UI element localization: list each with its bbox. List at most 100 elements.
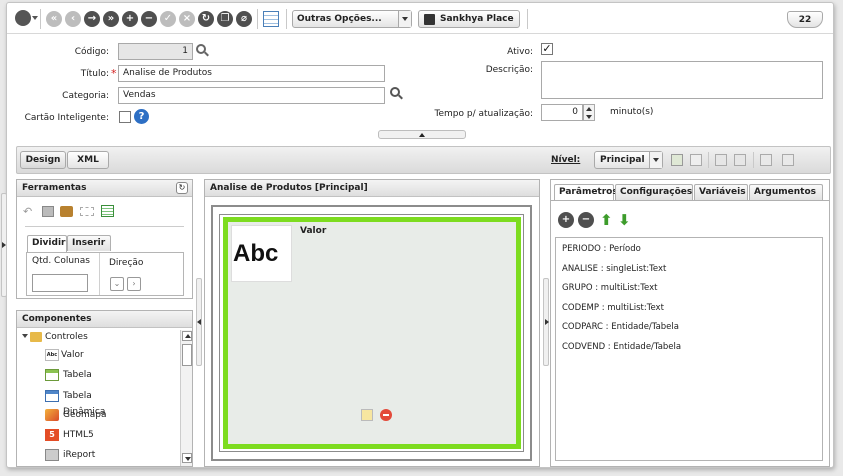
undo-icon[interactable]: ↶ [23, 205, 35, 218]
add-level-icon[interactable] [671, 154, 683, 166]
controles-tree-node[interactable]: Controles [45, 332, 88, 342]
titulo-field[interactable]: Analise de Produtos [118, 65, 385, 82]
tab-variaveis-label: Variáveis [699, 187, 746, 197]
list-item[interactable]: ANALISE : singleList:Text [562, 264, 666, 274]
list-item-label: ANALISE : singleList:Text [562, 264, 667, 274]
hierarchy-icon[interactable] [760, 154, 772, 166]
abc-icon: Abc [231, 225, 292, 282]
collapse-form-toggle[interactable] [378, 130, 466, 139]
ativo-checkbox[interactable]: ✓ [541, 43, 553, 55]
vertical-scrollbar[interactable] [180, 330, 192, 466]
delete-icon[interactable] [380, 409, 392, 421]
expand-tree-icon[interactable] [22, 332, 30, 340]
shopping-bag-icon [424, 14, 435, 25]
tab-argumentos[interactable]: Argumentos [749, 184, 823, 200]
list-item-label: CODEMP : multiList:Text [562, 303, 664, 313]
remove-parameter-icon[interactable]: − [578, 212, 594, 228]
params-panel: Parâmetros Configurações Variáveis Argum… [550, 179, 830, 467]
refresh-icon[interactable]: ↻ [176, 182, 188, 194]
descricao-textarea[interactable] [541, 61, 823, 99]
bar-divider [708, 152, 709, 168]
sankhya-place-button[interactable]: Sankhya Place [418, 10, 520, 28]
layout-icon[interactable] [80, 207, 94, 216]
tab-inserir[interactable]: Inserir [67, 235, 111, 251]
tab-variaveis[interactable]: Variáveis [694, 184, 748, 200]
list-item-label: PERIODO : Período [562, 244, 641, 254]
insert-component-icon[interactable] [42, 206, 54, 217]
paint-icon[interactable] [60, 206, 73, 217]
grid-menu-dropdown-icon[interactable] [32, 16, 38, 20]
qtd-colunas-input[interactable] [32, 274, 88, 292]
next-record-icon[interactable]: → [84, 11, 100, 27]
paste-level-icon[interactable] [734, 154, 746, 166]
tempo-unit-label: minuto(s) [610, 107, 654, 117]
first-record-icon[interactable]: « [46, 11, 62, 27]
copy-icon[interactable]: ❐ [217, 11, 233, 27]
spreadsheet-icon[interactable] [263, 11, 279, 27]
remove-icon[interactable]: − [141, 11, 157, 27]
ativo-label: Ativo: [507, 47, 533, 57]
list-item[interactable]: GRUPO : multiList:Text [562, 283, 657, 293]
left-splitter[interactable] [196, 278, 202, 366]
direcao-label: Direção [109, 258, 144, 268]
cancel-icon[interactable]: × [179, 11, 195, 27]
cartao-inteligente-checkbox[interactable] [119, 111, 131, 123]
tab-parametros-label: Parâmetros [559, 187, 618, 197]
tab-design[interactable]: Design [20, 151, 66, 169]
left-panel-toggle[interactable] [1, 193, 7, 297]
map-pin-icon [45, 409, 59, 421]
toolbar-bottom-border [7, 33, 833, 34]
nivel-label: Nível: [551, 155, 581, 165]
copy-level-icon[interactable] [715, 154, 727, 166]
tab-inserir-label: Inserir [72, 238, 106, 248]
right-splitter[interactable] [543, 278, 549, 366]
nivel-select[interactable]: Principal [594, 151, 663, 169]
arrow-up-icon[interactable]: ⬆ [600, 212, 613, 228]
componentes-panel: Componentes Controles Abc Valor Tabela T… [16, 310, 193, 467]
grid-view-icon[interactable] [782, 154, 794, 166]
quantity-stepper[interactable] [583, 104, 595, 121]
component-cell[interactable]: Abc Valor [223, 217, 521, 449]
last-record-icon[interactable]: » [103, 11, 119, 27]
tab-design-label: Design [25, 155, 61, 165]
list-item-label: Valor [61, 350, 84, 360]
tab-parametros[interactable]: Parâmetros [554, 184, 618, 201]
remove-level-icon[interactable] [690, 154, 702, 166]
tempo-atualizacao-input[interactable]: 0 [541, 104, 583, 121]
list-item[interactable]: CODVEND : Entidade/Tabela [562, 342, 681, 352]
toolbar-divider [286, 9, 287, 29]
tab-configuracoes[interactable]: Configurações [615, 184, 693, 200]
arrow-down-icon[interactable]: ⬇ [618, 212, 631, 228]
edit-icon[interactable] [361, 409, 373, 421]
tempo-atualizacao-value: 0 [572, 107, 578, 117]
previous-record-icon[interactable]: ‹ [65, 11, 81, 27]
list-item[interactable]: CODEMP : multiList:Text [562, 303, 664, 313]
scroll-up-button[interactable] [182, 331, 192, 341]
ferramentas-panel: Ferramentas ↻ ↶ Dividir Inserir Qtd. Col… [16, 179, 193, 299]
categoria-field[interactable]: Vendas [118, 87, 385, 104]
other-options-button[interactable]: Outras Opções... [292, 10, 412, 28]
tab-dividir[interactable]: Dividir [27, 235, 67, 252]
list-item[interactable]: PERIODO : Período [562, 244, 641, 254]
grid-menu-icon[interactable] [15, 10, 31, 26]
attach-icon[interactable]: ⌀ [236, 11, 252, 27]
direction-horizontal-button[interactable]: › [127, 277, 141, 291]
add-icon[interactable]: + [122, 11, 138, 27]
codigo-value: 1 [182, 46, 188, 56]
record-counter-value: 22 [798, 15, 812, 25]
scroll-down-button[interactable] [182, 453, 192, 463]
table-layout-icon[interactable] [101, 205, 114, 217]
confirm-icon[interactable]: ✓ [160, 11, 176, 27]
list-item[interactable]: CODPARC : Entidade/Tabela [562, 322, 679, 332]
refresh-icon[interactable]: ↻ [198, 11, 214, 27]
codigo-field[interactable]: 1 [118, 43, 193, 60]
tab-xml[interactable]: XML [67, 151, 109, 169]
add-parameter-icon[interactable]: + [558, 212, 574, 228]
scroll-thumb[interactable] [182, 344, 192, 366]
direction-vertical-button[interactable]: ⌄ [110, 277, 124, 291]
list-item-label: CODPARC : Entidade/Tabela [562, 322, 679, 332]
help-icon[interactable]: ? [134, 109, 149, 124]
componentes-title: Componentes [22, 314, 92, 324]
descricao-label: Descrição: [485, 65, 533, 75]
toolbar-divider [257, 9, 258, 29]
